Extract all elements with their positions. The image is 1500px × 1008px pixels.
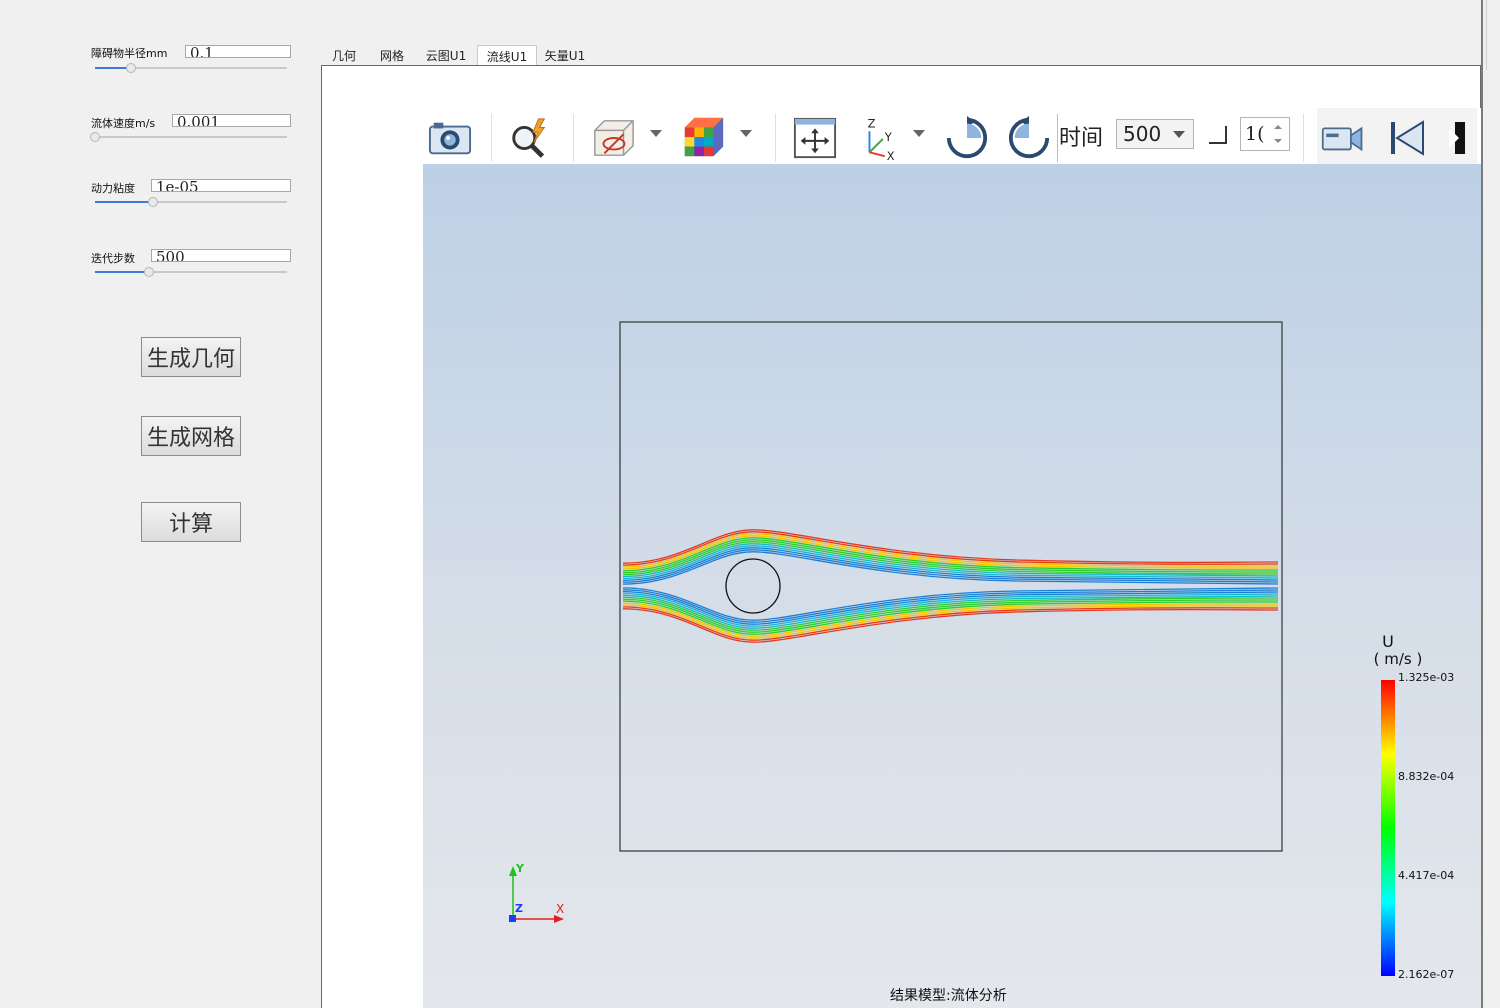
axes-dropdown-icon[interactable]: [913, 130, 925, 137]
step-spinbox-value: 1(: [1245, 123, 1265, 145]
rotate-cw-icon[interactable]: [945, 116, 989, 160]
domain-outline: [619, 321, 1283, 852]
radius-label: 障碍物半径mm: [91, 47, 168, 60]
legend-tick-3: 4.417e-04: [1398, 869, 1455, 882]
color-cube-dropdown-icon[interactable]: [740, 130, 752, 137]
render-viewport[interactable]: Y Z X U ( m/s ) 1.325e-03 8.832e-04 4.41…: [423, 164, 1481, 1008]
slider-handle[interactable]: [90, 132, 100, 142]
time-select[interactable]: 500: [1116, 119, 1194, 149]
tab-geometry[interactable]: 几何: [326, 45, 362, 65]
svg-text:Y: Y: [884, 130, 893, 144]
tab-vector[interactable]: 矢量U1: [540, 45, 590, 65]
obstacle-circle: [725, 558, 781, 614]
velocity-label: 流体速度m/s: [91, 117, 156, 130]
legend-tick-min: 2.162e-07: [1398, 968, 1455, 981]
axis-x-label: X: [556, 902, 565, 916]
result-caption: 结果模型:流体分析: [890, 988, 1007, 1004]
slider-handle[interactable]: [126, 63, 137, 73]
legend-unit: ( m/s ): [1373, 650, 1423, 668]
radius-input[interactable]: 0.1: [185, 45, 291, 58]
tab-streamline[interactable]: 流线U1: [477, 45, 537, 66]
rotate-ccw-icon[interactable]: [1007, 116, 1051, 160]
compute-button[interactable]: 计算: [141, 502, 241, 542]
streamline-plot: [509, 321, 1395, 976]
fit-view-icon[interactable]: [793, 116, 837, 160]
next-frame-icon[interactable]: [1445, 116, 1465, 160]
time-label: 时间: [1059, 126, 1104, 151]
axes-orient-icon[interactable]: Z Y X: [858, 116, 902, 161]
streamlines: [622, 529, 1279, 643]
spin-down-icon[interactable]: [1274, 139, 1282, 143]
chevron-down-icon: [1173, 131, 1185, 138]
legend-colorbar: [1381, 680, 1395, 976]
video-camera-icon[interactable]: [1321, 116, 1365, 160]
velocity-slider[interactable]: [90, 132, 287, 142]
viewer-toolbar: Z Y X 时间 500 1(: [423, 108, 1481, 164]
viscosity-input[interactable]: 1e-05: [151, 179, 291, 192]
time-select-value: 500: [1123, 122, 1162, 146]
generate-mesh-button[interactable]: 生成网格: [141, 416, 241, 456]
axis-z-label: Z: [515, 902, 523, 915]
tab-mesh[interactable]: 网格: [372, 45, 412, 65]
legend-title: U: [1382, 632, 1394, 651]
velocity-input[interactable]: 0.001: [172, 114, 291, 127]
spin-up-icon[interactable]: [1274, 125, 1282, 129]
steps-label: 迭代步数: [91, 252, 135, 265]
step-spinbox[interactable]: 1(: [1240, 117, 1290, 151]
steps-slider[interactable]: [95, 267, 287, 277]
svg-text:X: X: [887, 149, 895, 161]
slider-handle[interactable]: [147, 197, 158, 207]
steps-input[interactable]: 500: [151, 249, 291, 262]
side-strip: [1486, 0, 1500, 70]
viscosity-label: 动力粘度: [91, 182, 135, 195]
axis-y-label: Y: [516, 862, 524, 875]
slider-handle[interactable]: [143, 267, 154, 277]
svg-text:Z: Z: [868, 116, 876, 130]
hide-show-dropdown-icon[interactable]: [650, 130, 662, 137]
hide-show-icon[interactable]: [591, 116, 635, 160]
camera-icon[interactable]: [428, 116, 472, 160]
checkbox-icon[interactable]: [1209, 126, 1227, 144]
viscosity-slider[interactable]: [95, 197, 287, 207]
quick-zoom-icon[interactable]: [508, 116, 552, 160]
color-cube-icon[interactable]: [681, 116, 725, 160]
legend-tick-2: 8.832e-04: [1398, 770, 1455, 783]
tab-contour[interactable]: 云图U1: [422, 45, 470, 65]
generate-geometry-button[interactable]: 生成几何: [141, 337, 241, 377]
legend-tick-max: 1.325e-03: [1398, 671, 1455, 684]
window-border: [1481, 0, 1483, 1008]
radius-slider[interactable]: [95, 63, 287, 73]
first-frame-icon[interactable]: [1385, 116, 1429, 160]
